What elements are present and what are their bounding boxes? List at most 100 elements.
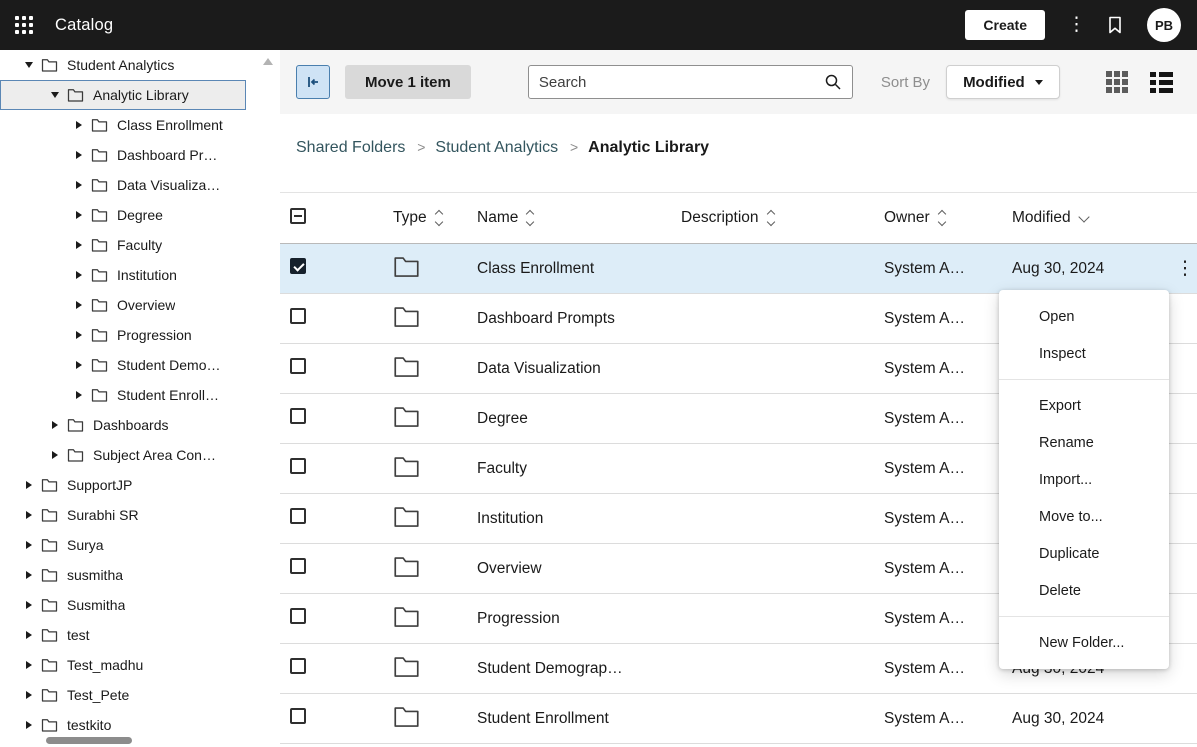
avatar[interactable]: PB (1147, 8, 1181, 42)
row-checkbox[interactable] (290, 558, 306, 574)
tree-folder-label: Dashboards (93, 417, 169, 433)
row-checkbox[interactable] (290, 258, 306, 274)
tree-caret-icon[interactable] (52, 421, 58, 429)
table-row[interactable]: Class Enrollment System A… Aug 30, 2024 (280, 244, 1197, 294)
row-checkbox[interactable] (290, 358, 306, 374)
list-view-button[interactable] (1150, 72, 1173, 93)
search-input[interactable] (539, 74, 824, 91)
search-icon[interactable] (824, 73, 842, 91)
tree-caret-icon[interactable] (76, 391, 82, 399)
select-all-checkbox[interactable] (290, 208, 306, 224)
tree-caret-icon[interactable] (26, 511, 32, 519)
column-header[interactable]: Owner (884, 209, 1012, 227)
column-header[interactable]: Type (393, 209, 477, 227)
bookmark-icon[interactable] (1105, 15, 1125, 35)
tree-caret-icon[interactable] (76, 361, 82, 369)
tree-folder-item[interactable]: Student Analytics (0, 50, 246, 80)
tree-folder-label: Surabhi SR (67, 507, 139, 523)
collapse-panel-button[interactable] (296, 65, 330, 99)
context-menu-item[interactable]: Inspect (999, 335, 1169, 372)
tree-folder-item[interactable]: Student Enroll… (0, 380, 246, 410)
tree-folder-label: Subject Area Con… (93, 447, 216, 463)
sort-field-dropdown[interactable]: Modified (946, 65, 1060, 99)
tree-folder-item[interactable]: Faculty (0, 230, 246, 260)
column-header[interactable]: Name (477, 209, 681, 227)
tree-folder-item[interactable]: Susmitha (0, 590, 246, 620)
overflow-menu-icon[interactable] (1067, 15, 1083, 35)
tree-caret-icon[interactable] (25, 62, 33, 68)
context-menu-item[interactable]: New Folder... (999, 624, 1169, 661)
folder-icon (91, 178, 108, 192)
tree-caret-icon[interactable] (76, 181, 82, 189)
tree-folder-item[interactable]: Analytic Library (0, 80, 246, 110)
breadcrumb-link[interactable]: Student Analytics (435, 139, 558, 157)
tree-caret-icon[interactable] (26, 541, 32, 549)
tree-caret-icon[interactable] (76, 151, 82, 159)
tree-caret-icon[interactable] (26, 661, 32, 669)
scrollbar-up-arrow-icon[interactable] (263, 58, 273, 65)
tree-caret-icon[interactable] (26, 631, 32, 639)
context-menu-item[interactable] (999, 379, 1169, 380)
row-checkbox[interactable] (290, 308, 306, 324)
context-menu-item[interactable]: Duplicate (999, 535, 1169, 572)
context-menu-item[interactable]: Delete (999, 572, 1169, 609)
tree-caret-icon[interactable] (76, 121, 82, 129)
tree-folder-item[interactable]: Subject Area Con… (0, 440, 246, 470)
row-checkbox[interactable] (290, 658, 306, 674)
horizontal-scrollbar-thumb[interactable] (46, 737, 132, 744)
row-actions-kebab[interactable] (1173, 257, 1197, 280)
tree-caret-icon[interactable] (76, 271, 82, 279)
tree-caret-icon[interactable] (76, 241, 82, 249)
tree-folder-item[interactable]: test (0, 620, 246, 650)
context-menu-item[interactable] (999, 616, 1169, 617)
folder-icon (41, 568, 58, 582)
tree-caret-icon[interactable] (51, 92, 59, 98)
column-header[interactable]: Description (681, 209, 884, 227)
tree-caret-icon[interactable] (76, 331, 82, 339)
row-checkbox[interactable] (290, 408, 306, 424)
grid-view-button[interactable] (1106, 71, 1128, 93)
create-button[interactable]: Create (965, 10, 1045, 40)
context-menu-item[interactable]: Export (999, 387, 1169, 424)
item-name: Overview (477, 560, 681, 578)
item-owner: System A… (884, 510, 1012, 528)
tree-folder-item[interactable]: Overview (0, 290, 246, 320)
row-checkbox[interactable] (290, 608, 306, 624)
tree-folder-item[interactable]: susmitha (0, 560, 246, 590)
context-menu-item[interactable]: Move to... (999, 498, 1169, 535)
tree-folder-item[interactable]: testkito (0, 710, 246, 740)
breadcrumb-link[interactable]: Shared Folders (296, 139, 405, 157)
row-checkbox[interactable] (290, 708, 306, 724)
tree-folder-item[interactable]: SupportJP (0, 470, 246, 500)
tree-folder-item[interactable]: Test_Pete (0, 680, 246, 710)
tree-caret-icon[interactable] (26, 601, 32, 609)
tree-folder-item[interactable]: Student Demo… (0, 350, 246, 380)
tree-folder-item[interactable]: Test_madhu (0, 650, 246, 680)
table-row[interactable]: Student Enrollment System A… Aug 30, 202… (280, 694, 1197, 744)
tree-caret-icon[interactable] (26, 721, 32, 729)
tree-folder-item[interactable]: Institution (0, 260, 246, 290)
context-menu-item[interactable]: Open (999, 298, 1169, 335)
tree-folder-item[interactable]: Dashboards (0, 410, 246, 440)
app-grid-icon[interactable] (15, 16, 33, 34)
tree-folder-item[interactable]: Surabhi SR (0, 500, 246, 530)
tree-caret-icon[interactable] (26, 691, 32, 699)
tree-folder-item[interactable]: Dashboard Pr… (0, 140, 246, 170)
move-items-button[interactable]: Move 1 item (345, 65, 471, 99)
tree-caret-icon[interactable] (26, 571, 32, 579)
tree-caret-icon[interactable] (52, 451, 58, 459)
context-menu-item[interactable]: Rename (999, 424, 1169, 461)
tree-caret-icon[interactable] (76, 211, 82, 219)
column-header[interactable]: Modified (1012, 209, 1173, 227)
tree-folder-item[interactable]: Degree (0, 200, 246, 230)
tree-folder-item[interactable]: Surya (0, 530, 246, 560)
tree-folder-item[interactable]: Progression (0, 320, 246, 350)
row-checkbox[interactable] (290, 508, 306, 524)
sort-by-label: Sort By (881, 74, 930, 91)
context-menu-item[interactable]: Import... (999, 461, 1169, 498)
tree-caret-icon[interactable] (26, 481, 32, 489)
tree-folder-item[interactable]: Class Enrollment (0, 110, 246, 140)
row-checkbox[interactable] (290, 458, 306, 474)
tree-folder-item[interactable]: Data Visualiza… (0, 170, 246, 200)
tree-caret-icon[interactable] (76, 301, 82, 309)
